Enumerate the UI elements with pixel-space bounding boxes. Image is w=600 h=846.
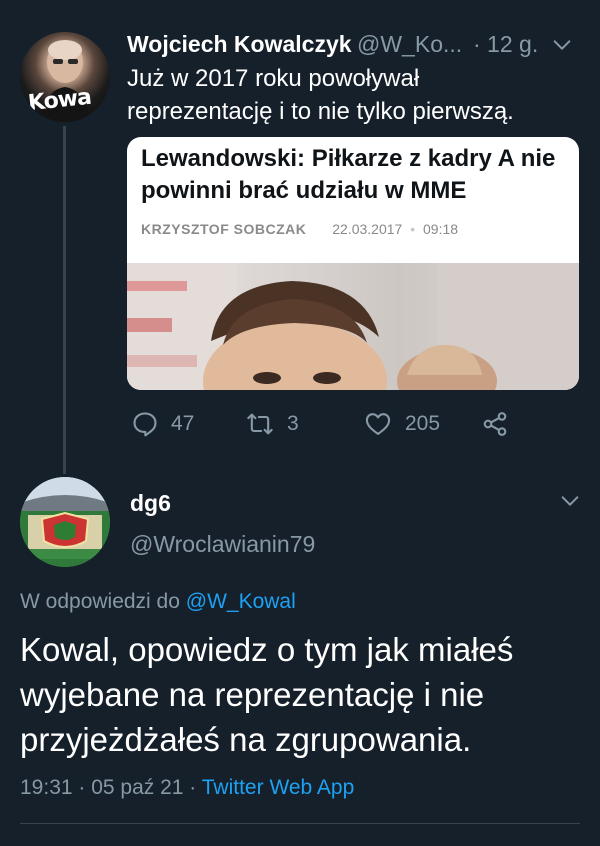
replying-to-line: W odpowiedzi do @W_Kowal [20, 590, 296, 614]
replying-to-label: W odpowiedzi do [20, 590, 180, 613]
replying-to-mention[interactable]: @W_Kowal [186, 590, 296, 613]
author-handle[interactable]: @W_Ko... [357, 31, 462, 58]
reply-timestamp[interactable]: 19:31 · 05 paź 21 · [20, 776, 196, 799]
card-date: 22.03.2017 [332, 221, 403, 237]
reply-author-handle[interactable]: @Wroclawianin79 [130, 531, 315, 558]
reply-count: 47 [171, 412, 195, 435]
reply-text: Kowal, opowiedz o tym jak miałeś wyjeban… [20, 631, 514, 758]
card-author: KRZYSZTOF SOBCZAK [141, 221, 307, 237]
card-meta-separator: • [410, 221, 416, 237]
reply-author-name[interactable]: dg6 [130, 490, 171, 517]
retweet-count: 3 [287, 412, 299, 435]
like-count: 205 [405, 412, 441, 435]
card-title: Lewandowski: Piłkarze z kadry A nie powi… [141, 145, 556, 204]
share-icon[interactable] [481, 410, 509, 438]
card-meta: KRZYSZTOF SOBCZAK 22.03.2017 • 09:18 [141, 221, 458, 237]
divider [20, 823, 580, 824]
reply-author-avatar[interactable] [20, 477, 110, 567]
author-avatar[interactable]: Kowa [20, 32, 110, 122]
like-icon[interactable] [364, 410, 392, 438]
card-image [127, 263, 579, 390]
reply-source-link[interactable]: Twitter Web App [202, 776, 355, 799]
retweet-icon[interactable] [246, 410, 274, 438]
chevron-down-icon[interactable] [559, 490, 581, 512]
thread-connector-line [63, 126, 66, 474]
author-name[interactable]: Wojciech Kowalczyk [127, 31, 352, 58]
card-time: 09:18 [423, 221, 459, 237]
chevron-down-icon[interactable] [551, 34, 573, 56]
reply-meta: 19:31 · 05 paź 21 · Twitter Web App [20, 776, 354, 800]
link-preview-card[interactable]: Lewandowski: Piłkarze z kadry A nie powi… [127, 137, 579, 390]
tweet-text: Już w 2017 roku powoływał reprezentację … [127, 65, 514, 125]
tweet-time[interactable]: · 12 g. [473, 31, 538, 58]
reply-icon[interactable] [131, 410, 159, 438]
